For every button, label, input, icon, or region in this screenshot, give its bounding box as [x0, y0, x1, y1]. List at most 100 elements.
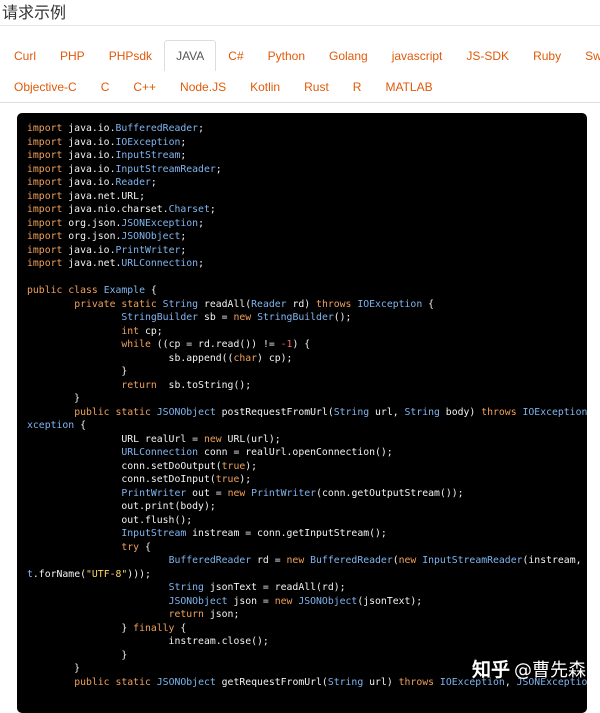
- code-token: postRequestFromUrl(: [215, 406, 334, 418]
- tab-js-sdk[interactable]: JS-SDK: [454, 40, 521, 71]
- code-token: new: [227, 487, 246, 499]
- code-token: StringBuilder: [121, 312, 199, 323]
- code-token: .forName(: [32, 568, 86, 580]
- code-token: java.io.: [62, 244, 116, 256]
- code-token: IOException: [115, 136, 181, 148]
- code-token: ) cp);: [257, 352, 293, 364]
- title-divider: [0, 25, 600, 26]
- code-content: import java.io.BufferedReader; import jav…: [27, 122, 587, 689]
- code-token: Charset: [168, 204, 210, 215]
- watermark-author: @曹先森: [514, 659, 586, 681]
- code-line: InputStream instream = conn.getInputStre…: [27, 527, 583, 541]
- code-token: IOException: [522, 406, 588, 418]
- code-token: import: [27, 150, 63, 161]
- tab-javascript[interactable]: javascript: [380, 40, 455, 71]
- tab-golang[interactable]: Golang: [317, 40, 380, 71]
- tab-node-js[interactable]: Node.JS: [168, 71, 238, 102]
- code-line: sb.append((char) cp);: [27, 352, 583, 366]
- code-token: new: [233, 312, 252, 323]
- code-token: while: [121, 339, 151, 350]
- tab-swift[interactable]: Swift: [573, 40, 600, 71]
- tab-csharp[interactable]: C#: [216, 40, 255, 71]
- code-token: import: [27, 163, 63, 175]
- code-token: out.flush();: [27, 514, 193, 526]
- code-token: "UTF-8": [86, 568, 128, 580]
- code-token: throws: [481, 406, 517, 418]
- code-line: StringBuilder sb = new StringBuilder();: [27, 311, 583, 325]
- code-token: {: [139, 541, 151, 553]
- code-token: InputStream: [121, 528, 187, 539]
- code-token: import: [27, 231, 63, 242]
- code-line: URLConnection conn = realUrl.openConnect…: [27, 446, 583, 460]
- tab-python[interactable]: Python: [256, 40, 317, 71]
- code-token: ((cp = rd.read()) !=: [150, 339, 281, 350]
- code-token: jsonText = readAll(rd);: [203, 582, 346, 593]
- tab-ruby[interactable]: Ruby: [521, 40, 573, 71]
- tab-kotlin[interactable]: Kotlin: [238, 71, 292, 102]
- section-title: 请求示例: [2, 3, 67, 22]
- code-line: } finally {: [27, 622, 583, 636]
- code-token: );: [245, 460, 258, 472]
- code-token: BufferedReader: [168, 555, 252, 566]
- code-token: body): [439, 406, 482, 418]
- code-token: JSONException: [121, 217, 199, 229]
- code-token: instream.close();: [27, 636, 269, 647]
- code-token: -1: [280, 339, 293, 350]
- code-token: try: [121, 541, 140, 553]
- code-line: public class Example {: [27, 284, 583, 298]
- code-token: sb =: [198, 312, 234, 323]
- code-token: org.json.: [62, 217, 122, 229]
- code-token: json;: [203, 609, 240, 620]
- tab-r[interactable]: R: [341, 71, 374, 102]
- tab-rust[interactable]: Rust: [292, 71, 341, 102]
- tabs-divider: [0, 102, 600, 103]
- code-token: true: [215, 474, 240, 485]
- tab-matlab[interactable]: MATLAB: [373, 71, 444, 102]
- code-token: url,: [369, 406, 405, 418]
- tab-objective-c[interactable]: Objective-C: [2, 71, 89, 102]
- code-token: java.io.: [62, 150, 116, 161]
- code-token: }: [27, 622, 134, 634]
- code-line: import java.io.BufferedReader;: [27, 122, 583, 136]
- code-line: import java.io.InputStream;: [27, 149, 583, 163]
- watermark: 知乎 @曹先森: [472, 655, 586, 682]
- tab-c[interactable]: C: [89, 71, 122, 102]
- code-token: URL(url);: [221, 433, 281, 445]
- code-token: InputStream: [115, 150, 181, 161]
- code-token: java.io.: [62, 136, 116, 148]
- code-token: org.json.: [62, 231, 122, 242]
- code-line: conn.setDoOutput(true);: [27, 460, 583, 474]
- code-line: public static JSONObject postRequestFrom…: [27, 406, 587, 420]
- code-line: out.flush();: [27, 514, 583, 528]
- code-token: {: [422, 298, 435, 310]
- code-token: import: [27, 136, 63, 148]
- code-line: import java.io.IOException;: [27, 136, 583, 150]
- code-token: int: [121, 325, 140, 337]
- code-token: String: [162, 298, 199, 310]
- code-token: import: [27, 190, 63, 202]
- code-token: readAll(: [198, 298, 252, 310]
- tab-java[interactable]: JAVA: [164, 40, 217, 71]
- code-token: ;: [198, 258, 204, 269]
- code-token: JSONObject: [156, 676, 216, 688]
- tab-phpsdk[interactable]: PHPsdk: [97, 40, 164, 71]
- code-token: throws: [398, 676, 435, 688]
- code-block: import java.io.BufferedReader; import jav…: [17, 113, 587, 713]
- tab-curl[interactable]: Curl: [2, 40, 48, 71]
- code-token: java.io.: [62, 177, 116, 188]
- code-token: cp;: [139, 325, 163, 337]
- code-token: PrintWriter: [121, 487, 187, 499]
- tab-php[interactable]: PHP: [48, 40, 97, 71]
- code-token: (jsonText);: [357, 595, 423, 607]
- language-tabs-row-2: Objective-C C C++ Node.JS Kotlin Rust R MATLAB: [0, 71, 600, 102]
- code-line: try {: [27, 541, 583, 555]
- tab-cplusplus[interactable]: C++: [121, 71, 168, 102]
- code-token: getRequestFromUrl(: [215, 676, 328, 688]
- code-line: import java.io.InputStreamReader;: [27, 163, 583, 177]
- code-line: JSONObject json = new JSONObject(jsonTex…: [27, 595, 583, 609]
